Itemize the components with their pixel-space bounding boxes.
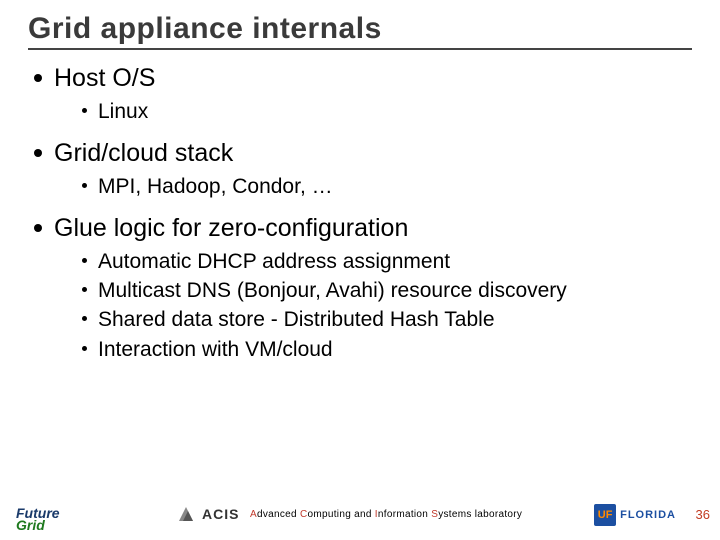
sub-item: Automatic DHCP address assignment [82,248,692,275]
sub-list: MPI, Hadoop, Condor, … [54,173,692,200]
lab-c: C [300,509,308,520]
sub-item: Multicast DNS (Bonjour, Avahi) resource … [82,277,692,304]
bullet-text: Host O/S [54,64,155,92]
lab-r4: ystems laboratory [438,509,522,520]
lab-r1: dvanced [257,509,300,520]
acis-mark-icon [176,504,196,524]
lab-r2: omputing and [308,509,375,520]
sub-item: MPI, Hadoop, Condor, … [82,173,692,200]
title-rule [28,48,692,50]
bullet-list: Host O/S Linux Grid/cloud stack MPI, Had… [28,62,692,363]
acis-label: ACIS [202,506,239,522]
sub-item: Linux [82,98,692,125]
uf-badge: UF [594,504,616,526]
uf-logo: UF FLORIDA [594,504,676,526]
lab-caption: Advanced Computing and Information Syste… [250,509,522,520]
page-number: 36 [696,507,710,522]
footer: Future Grid ACIS Advanced Computing and … [0,490,720,534]
acis-logo: ACIS [176,504,239,524]
bullet-item: Grid/cloud stack MPI, Hadoop, Condor, … [28,137,692,200]
sub-item: Interaction with VM/cloud [82,336,692,363]
bullet-text: Grid/cloud stack [54,139,233,167]
sub-item: Shared data store - Distributed Hash Tab… [82,306,692,333]
futuregrid-logo: Future Grid [16,506,60,532]
lab-a: A [250,509,257,520]
lab-r3: nformation [378,509,431,520]
slide-title: Grid appliance internals [28,12,692,46]
uf-word: FLORIDA [620,509,676,521]
sub-list: Linux [54,98,692,125]
slide: Grid appliance internals Host O/S Linux … [0,0,720,540]
bullet-item: Glue logic for zero-configuration Automa… [28,212,692,363]
bullet-text: Glue logic for zero-configuration [54,214,408,242]
bullet-item: Host O/S Linux [28,62,692,125]
sub-list: Automatic DHCP address assignment Multic… [54,248,692,363]
